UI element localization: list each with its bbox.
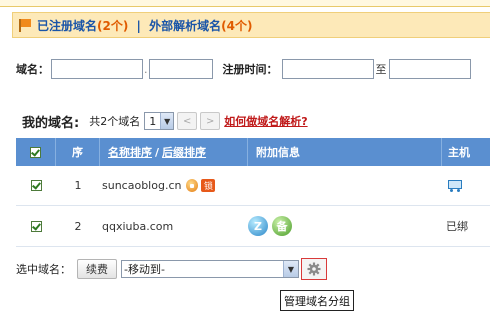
domain-filter-form: 域名： . 注册时间： 至 — [16, 58, 471, 80]
external-count: (4个) — [221, 18, 253, 33]
record-icon[interactable]: 备 — [272, 216, 292, 236]
tab-links: 已注册域名(2个) | 外部解析域名(4个) — [37, 17, 252, 34]
row-host-cell — [442, 179, 490, 192]
row-checkbox-cell — [16, 180, 56, 191]
cart-icon[interactable] — [446, 179, 462, 192]
domain-name-input[interactable] — [51, 59, 143, 79]
select-all-checkbox[interactable] — [30, 146, 41, 158]
row-host-status: 已绑 — [446, 220, 468, 233]
chevron-down-icon: ▼ — [160, 113, 174, 129]
tab-external-domains[interactable]: 外部解析域名(4个) — [149, 19, 252, 33]
tab-registered-domains[interactable]: 已注册域名(2个) — [37, 19, 128, 33]
header-host: 主机 — [448, 146, 470, 159]
header-sort: 名称排序 / 后缀排序 — [100, 138, 248, 166]
page-select[interactable]: 1 ▼ — [144, 112, 175, 130]
manage-group-button[interactable] — [301, 258, 327, 280]
help-link[interactable]: 如何做域名解析? — [224, 113, 307, 129]
row-extra-info: Z 备 — [248, 216, 442, 236]
header-extra-info: 附加信息 — [248, 138, 442, 166]
table-row: 1 suncaoblog.cn 锁 — [16, 166, 490, 206]
row-seq: 2 — [74, 219, 82, 233]
table-row: 2 qqxiuba.com Z 备 已绑 — [16, 206, 490, 247]
manage-group-tooltip: 管理域名分组 — [280, 290, 354, 311]
bulk-action-bar: 选中域名： 续费 -移动到- ▼ — [16, 258, 327, 280]
row-domain-cell: suncaoblog.cn 锁 — [100, 179, 248, 192]
selected-domains-label: 选中域名： — [16, 263, 71, 276]
top-border-bar — [0, 0, 490, 7]
tab-separator: | — [136, 18, 141, 33]
header-seq: 序 — [56, 138, 100, 166]
resolve-icon[interactable]: Z — [248, 216, 268, 236]
reg-date-to-input[interactable] — [388, 59, 471, 79]
reg-time-label: 注册时间： — [222, 63, 278, 76]
reg-date-from-input[interactable] — [281, 59, 374, 79]
move-to-group-select[interactable]: -移动到- ▼ — [121, 260, 299, 278]
domain-label: 域名： — [16, 63, 49, 76]
registered-count: (2个) — [97, 18, 129, 33]
to-label: 至 — [375, 63, 387, 76]
domain-table: 序 名称排序 / 后缀排序 附加信息 主机 1 suncaoblog.cn 锁 … — [16, 138, 490, 247]
next-page-button[interactable]: > — [200, 112, 221, 130]
flag-icon — [17, 18, 33, 32]
row-checkbox-cell — [16, 220, 56, 232]
domain-count: 共2个域名 — [89, 115, 141, 128]
chevron-down-icon: ▼ — [283, 261, 298, 277]
row-domain-cell: qqxiuba.com — [100, 220, 248, 233]
domain-suffix-input[interactable] — [148, 59, 213, 79]
lock-badge-icon: 锁 — [201, 179, 216, 192]
move-select-value: -移动到- — [124, 263, 165, 276]
header-checkbox-cell — [16, 138, 56, 166]
sort-by-suffix-link[interactable]: 后缀排序 — [162, 144, 206, 160]
my-domains-title: 我的域名: — [22, 115, 80, 131]
list-toolbar: 我的域名: 共2个域名 1 ▼ < > 如何做域名解析? — [22, 111, 308, 131]
prev-page-button[interactable]: < — [177, 112, 198, 130]
domain-name[interactable]: qqxiuba.com — [102, 220, 173, 233]
domain-name[interactable]: suncaoblog.cn — [102, 179, 181, 192]
renew-button[interactable]: 续费 — [77, 259, 117, 279]
sort-by-name-link[interactable]: 名称排序 — [108, 144, 152, 160]
lock-icon — [186, 179, 199, 192]
row-seq: 1 — [74, 179, 82, 192]
row-checkbox[interactable] — [30, 180, 42, 191]
gear-icon — [307, 262, 321, 276]
sort-slash: / — [155, 145, 160, 159]
table-header: 序 名称排序 / 后缀排序 附加信息 主机 — [16, 138, 490, 166]
row-checkbox[interactable] — [30, 220, 42, 232]
page-select-value: 1 — [149, 114, 157, 128]
domain-tab-strip: 已注册域名(2个) | 外部解析域名(4个) — [12, 12, 490, 38]
